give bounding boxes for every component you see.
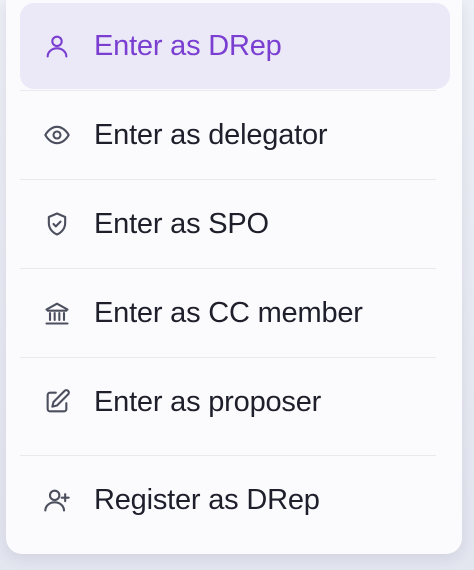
divider [20,90,436,91]
divider [20,179,436,180]
user-plus-icon [42,485,72,515]
menu-item-enter-as-spo[interactable]: Enter as SPO [20,181,450,267]
menu-item-label: Register as DRep [94,483,320,516]
divider [20,455,436,456]
divider [20,357,436,358]
shield-check-icon [42,209,72,239]
edit-icon [42,387,72,417]
menu-item-label: Enter as CC member [94,296,363,329]
menu-item-label: Enter as proposer [94,385,322,418]
eye-icon [42,120,72,150]
user-icon [42,31,72,61]
role-menu: Enter as DRep Enter as delegator Enter a… [6,0,462,554]
menu-item-register-as-drep[interactable]: Register as DRep [20,457,450,543]
menu-item-enter-as-delegator[interactable]: Enter as delegator [20,92,450,178]
bank-icon [42,298,72,328]
menu-item-label: Enter as DRep [94,29,282,62]
menu-item-enter-as-drep[interactable]: Enter as DRep [20,3,450,89]
divider [20,268,436,269]
menu-item-label: Enter as delegator [94,118,328,151]
menu-item-label: Enter as SPO [94,207,269,240]
menu-item-enter-as-proposer[interactable]: Enter as proposer [20,359,450,445]
menu-item-enter-as-cc-member[interactable]: Enter as CC member [20,270,450,356]
